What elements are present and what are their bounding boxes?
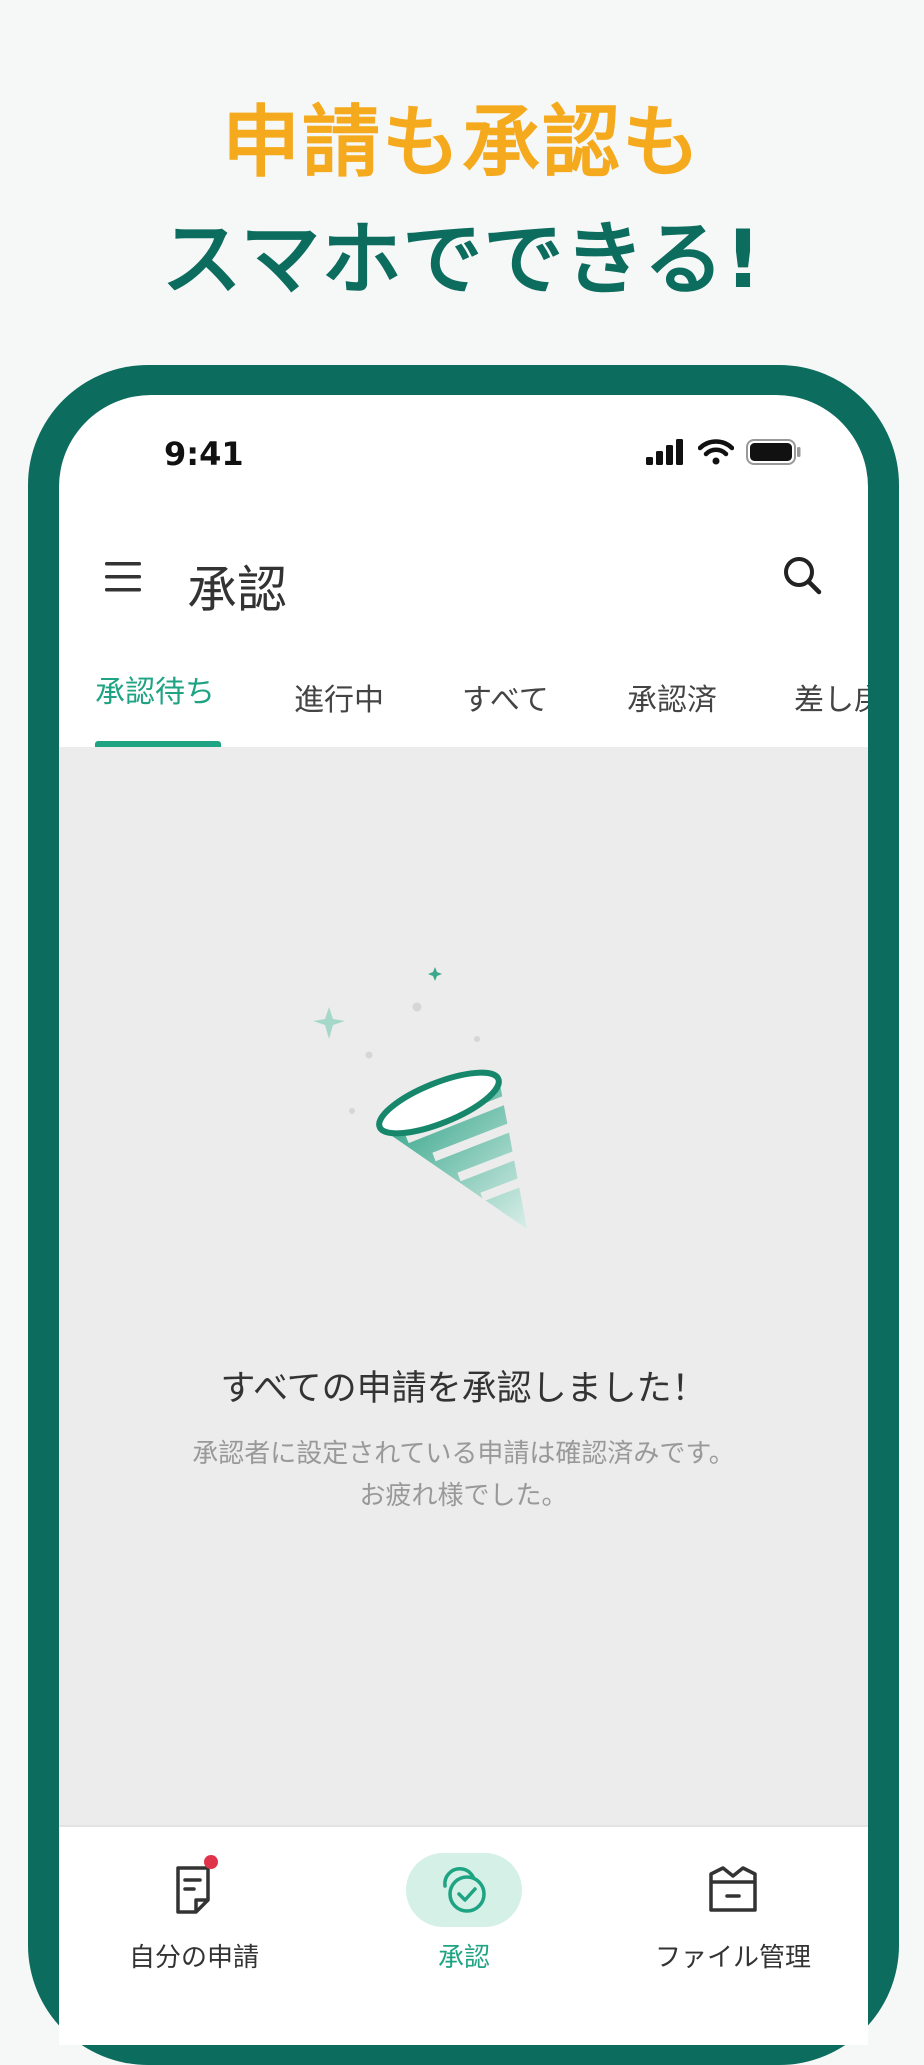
empty-state-desc-line2: お疲れ様でした。 (359, 1481, 568, 1511)
menu-icon[interactable] (103, 560, 143, 594)
bottom-navigation: 自分の申請 承認 ファイル管理 (59, 1825, 868, 2045)
notification-badge (204, 1855, 218, 1869)
search-icon[interactable] (780, 553, 824, 597)
empty-state-area: すべての申請を承認しました！ 承認者に設定されている申請は確認済みです。 お疲れ… (59, 747, 868, 1825)
document-icon (176, 1866, 210, 1914)
tab-all[interactable]: すべて (462, 675, 549, 719)
tab-approved[interactable]: 承認済 (627, 675, 717, 719)
nav-item-my-requests[interactable]: 自分の申請 (59, 1827, 329, 2045)
cellular-signal-icon (646, 439, 683, 465)
nav-item-approval[interactable]: 承認 (329, 1827, 599, 2045)
empty-state-description: 承認者に設定されている申請は確認済みです。 お疲れ様でした。 (59, 1433, 868, 1517)
promo-headline-line1: 申請も承認も (221, 98, 702, 188)
tab-returned[interactable]: 差し戻 (794, 675, 868, 719)
file-box-icon (709, 1866, 757, 1912)
approval-chat-icon (443, 1867, 486, 1913)
status-bar: 9:41 (59, 395, 868, 505)
tab-in-progress[interactable]: 進行中 (294, 675, 384, 719)
status-icons (646, 439, 802, 465)
page-title: 承認 (187, 561, 287, 619)
app-bar: 承認 (59, 515, 868, 635)
empty-state-desc-line1: 承認者に設定されている申請は確認済みです。 (192, 1439, 735, 1469)
nav-item-file-management[interactable]: ファイル管理 (598, 1827, 868, 2045)
nav-label-my-requests: 自分の申請 (128, 1943, 259, 1973)
wifi-icon (698, 439, 734, 465)
nav-label-approval: 承認 (437, 1943, 490, 1973)
status-time: 9:41 (164, 435, 244, 473)
tab-bar: 承認待ち 進行中 すべて 承認済 差し戻 (59, 645, 868, 747)
nav-label-file-management: ファイル管理 (654, 1943, 811, 1973)
tab-pending-approval[interactable]: 承認待ち (95, 667, 215, 711)
phone-screen: 9:41 承認 承認待ち 進行中 すべて 承認済 差し すべての申請を承認しまし… (59, 395, 868, 2045)
empty-state-title: すべての申請を承認しました！ (220, 1369, 707, 1409)
battery-icon (746, 439, 801, 465)
party-popper-illustration (313, 967, 527, 1229)
promo-headline-line2: スマホでできる! (161, 213, 763, 306)
